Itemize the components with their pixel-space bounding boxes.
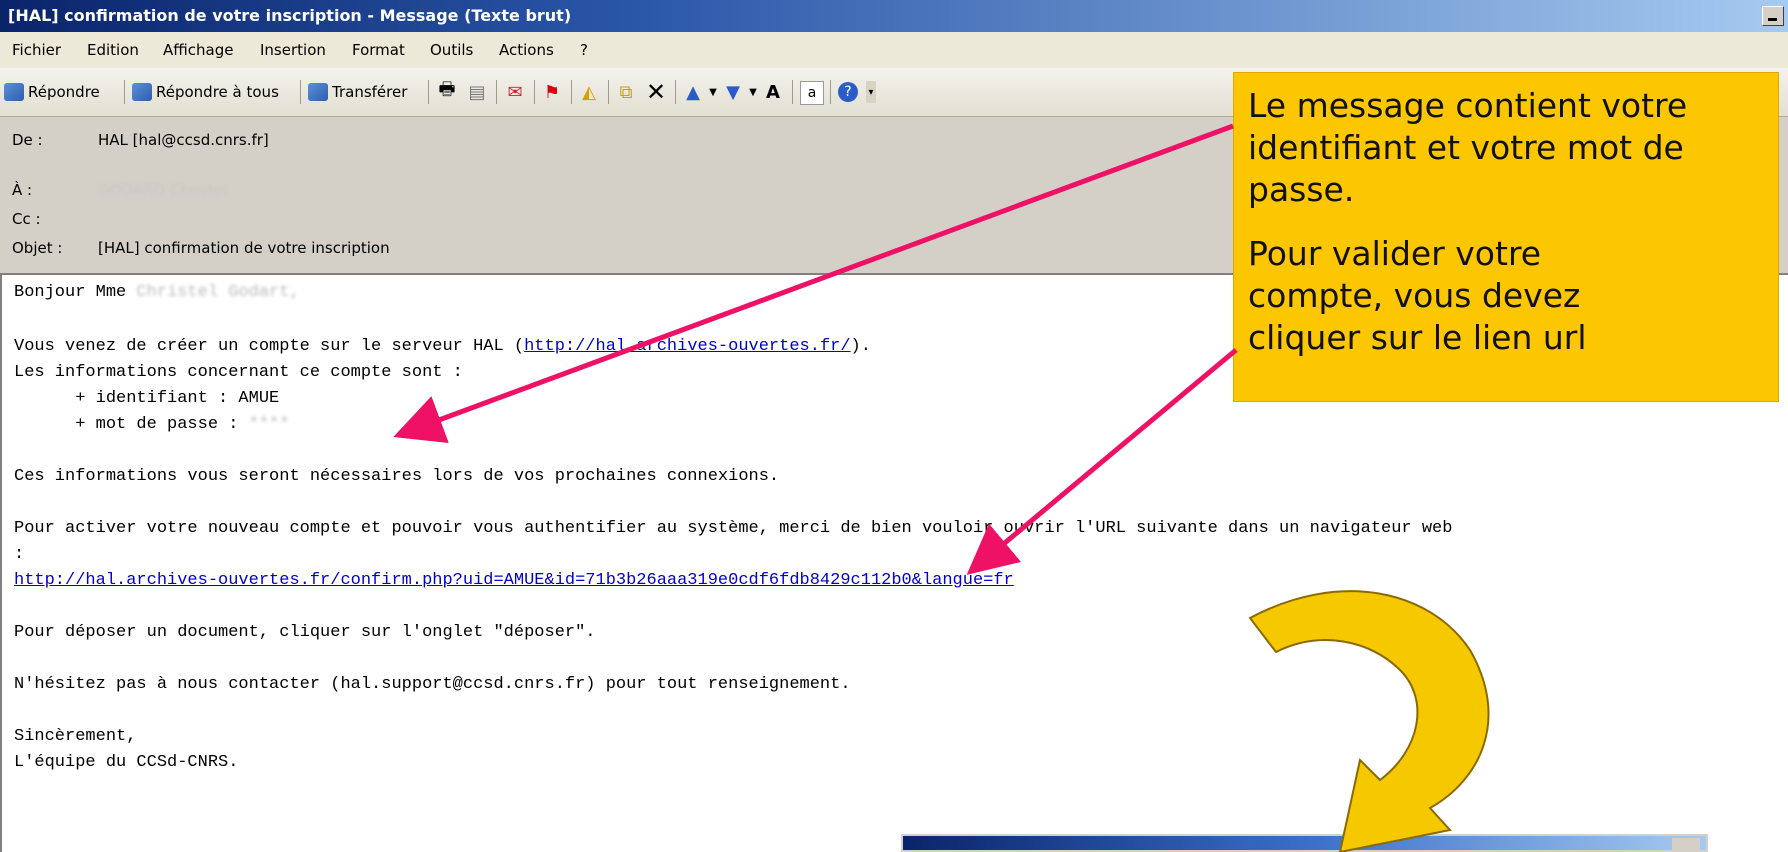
curved-arrow-icon (1248, 590, 1490, 852)
annotation-overlay (393, 123, 1490, 852)
email-window: [HAL] confirmation de votre inscription … (0, 0, 1788, 852)
arrow-to-password (393, 123, 1234, 444)
arrow-to-link (966, 348, 1238, 575)
